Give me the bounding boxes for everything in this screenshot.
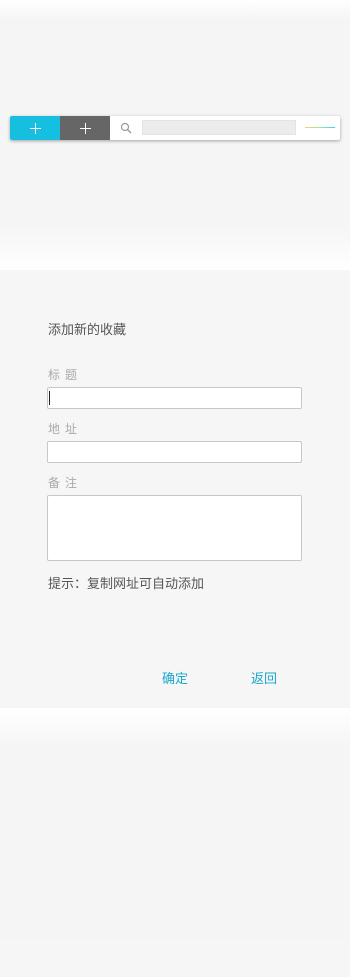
page: 添加新的收藏 标题 地址 备注 提示：复制网址可自动添加 确定 返回	[0, 0, 350, 977]
search-icon[interactable]	[120, 122, 132, 134]
text-caret	[49, 391, 50, 405]
note-textarea[interactable]	[47, 495, 302, 561]
color-line-decoration	[305, 127, 335, 128]
search-input[interactable]	[142, 120, 296, 135]
address-label: 地址	[48, 422, 83, 436]
confirm-button[interactable]: 确定	[162, 668, 188, 687]
toolbar	[10, 116, 340, 140]
top-background	[0, 0, 350, 270]
back-button[interactable]: 返回	[251, 668, 277, 687]
plus-icon	[29, 122, 41, 134]
plus-icon	[79, 122, 91, 134]
title-input[interactable]	[47, 387, 302, 409]
hint-text: 提示：复制网址可自动添加	[48, 577, 205, 592]
note-label: 备注	[48, 476, 83, 490]
form-title: 添加新的收藏	[48, 323, 127, 338]
address-input[interactable]	[47, 441, 302, 463]
add-bookmark-button[interactable]	[10, 116, 60, 140]
add-group-button[interactable]	[60, 116, 110, 140]
title-label: 标题	[48, 368, 83, 382]
bottom-background	[0, 708, 350, 940]
